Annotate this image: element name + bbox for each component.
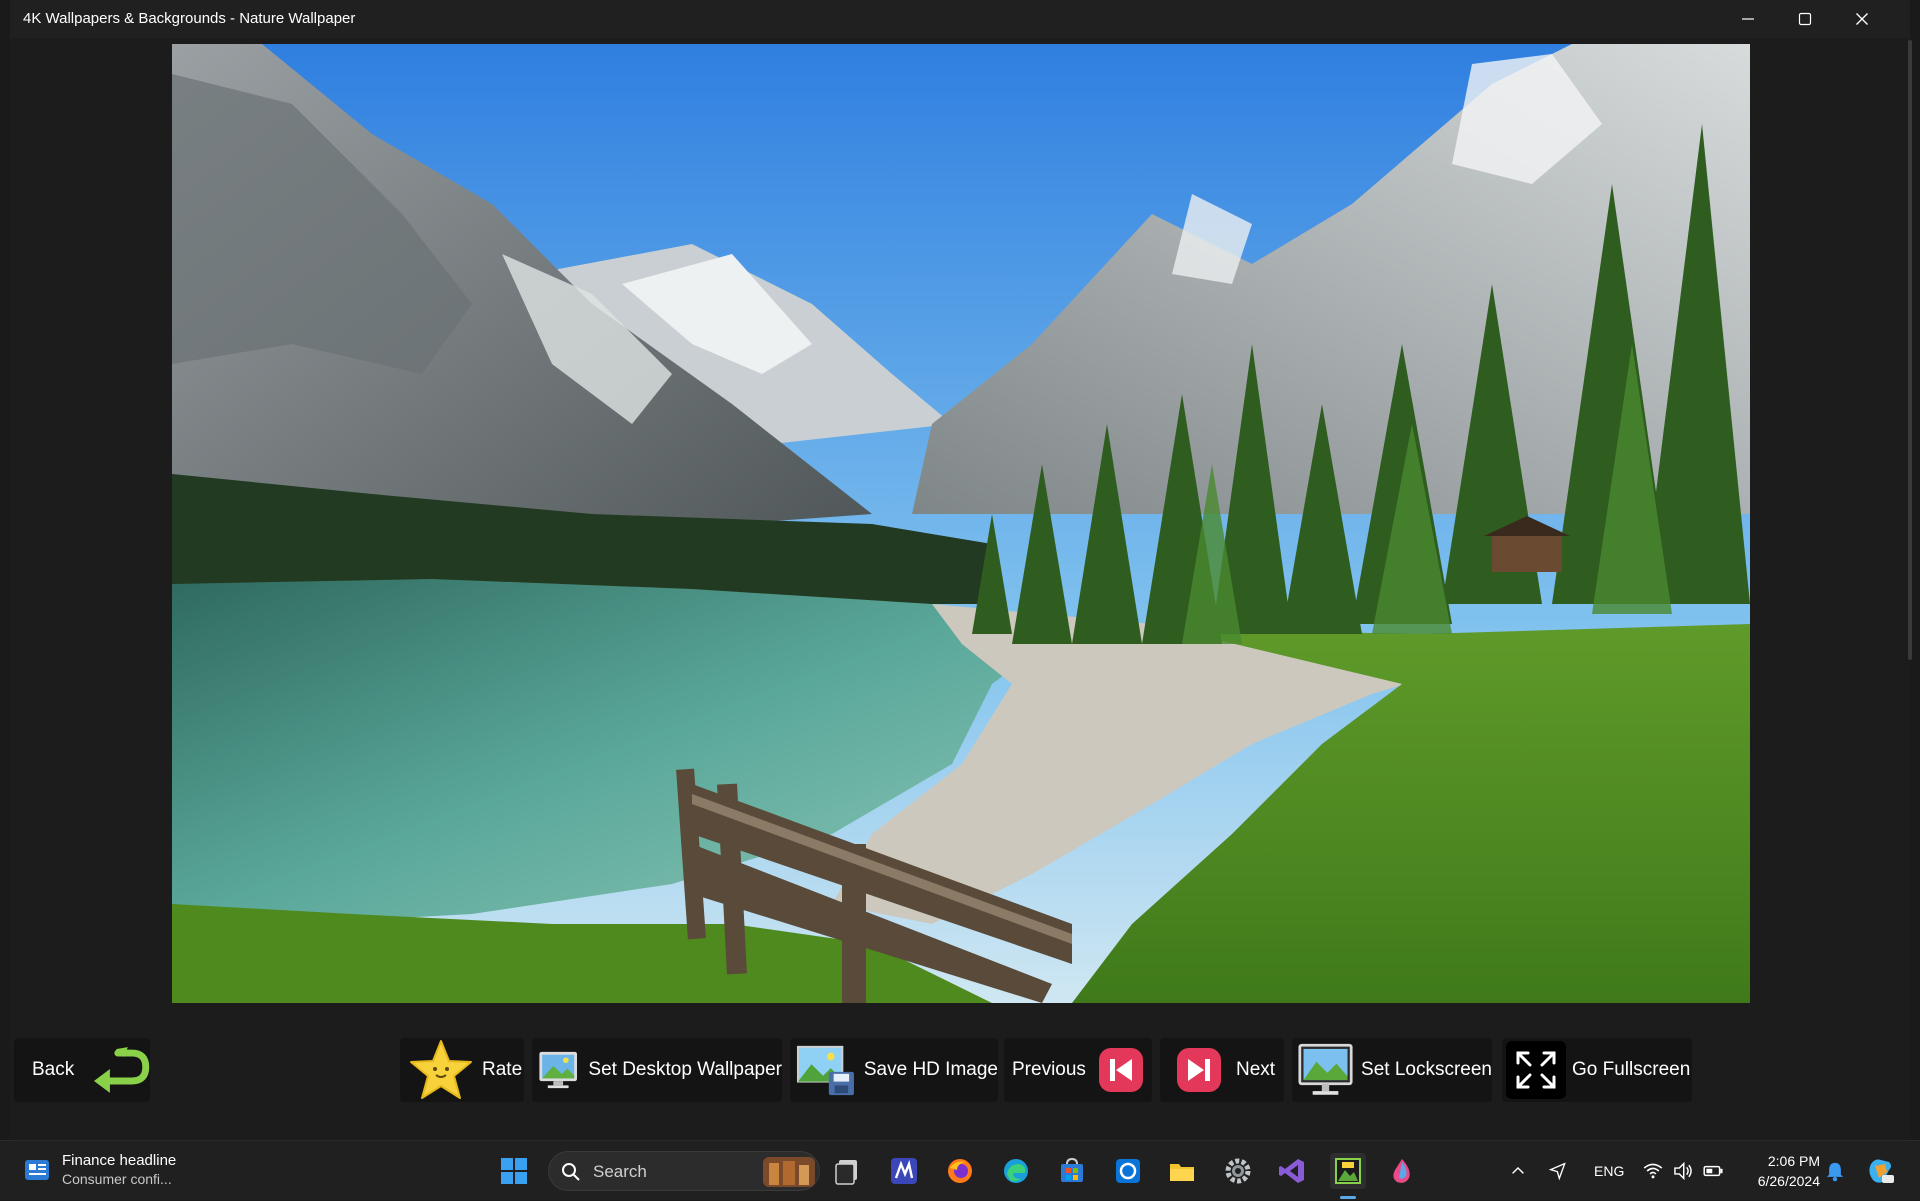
back-button[interactable]: Back	[14, 1038, 150, 1102]
title-bar[interactable]: 4K Wallpapers & Backgrounds - Nature Wal…	[10, 0, 1910, 38]
save-hd-image-label: Save HD Image	[863, 1059, 998, 1080]
search-highlight-icon	[763, 1157, 815, 1187]
lockscreen-icon	[1298, 1043, 1353, 1095]
taskbar: Finance headline Consumer confi... Searc…	[0, 1140, 1920, 1200]
wifi-icon	[1643, 1163, 1663, 1179]
show-hidden-icons-button[interactable]	[1504, 1153, 1532, 1189]
skip-next-icon	[1177, 1048, 1221, 1092]
close-button[interactable]	[1834, 0, 1890, 38]
news-icon	[25, 1160, 49, 1180]
save-image-icon	[796, 1045, 854, 1096]
editor-icon	[891, 1158, 917, 1184]
maximize-icon	[1798, 12, 1812, 26]
app-content: Back Rate Set Desktop Wallpaper Save HD …	[10, 38, 1910, 1140]
clock-date: 6/26/2024	[1757, 1173, 1820, 1189]
taskbar-search[interactable]: Search	[548, 1151, 820, 1191]
firefox-icon	[948, 1159, 972, 1183]
skip-previous-icon	[1098, 1048, 1143, 1092]
minimize-button[interactable]	[1720, 0, 1776, 38]
set-desktop-wallpaper-button[interactable]: Set Desktop Wallpaper	[532, 1038, 782, 1102]
window-title: 4K Wallpapers & Backgrounds - Nature Wal…	[23, 10, 356, 27]
news-widget[interactable]: Finance headline Consumer confi...	[24, 1151, 194, 1191]
set-desktop-wallpaper-label: Set Desktop Wallpaper	[588, 1059, 782, 1080]
volume-status[interactable]	[1670, 1153, 1696, 1189]
battery-icon	[1703, 1165, 1723, 1177]
location-button[interactable]	[1544, 1153, 1572, 1189]
maximize-button[interactable]	[1777, 0, 1833, 38]
start-button[interactable]	[496, 1153, 532, 1189]
wallpaper-preview-image	[172, 44, 1750, 1003]
visual-studio-icon	[1279, 1159, 1304, 1183]
store-icon	[1061, 1157, 1083, 1182]
go-fullscreen-button[interactable]: Go Fullscreen	[1502, 1038, 1692, 1102]
chevron-up-icon	[1512, 1166, 1524, 1174]
scrollbar[interactable]	[1908, 40, 1912, 660]
copilot-button[interactable]	[1860, 1153, 1900, 1189]
windows-start-icon	[501, 1158, 527, 1184]
taskbar-app-editor[interactable]	[886, 1153, 922, 1189]
fullscreen-icon	[1506, 1041, 1566, 1099]
wifi-status[interactable]	[1640, 1153, 1666, 1189]
search-icon	[562, 1163, 580, 1181]
taskbar-app-store[interactable]	[1054, 1153, 1090, 1189]
nature-scene-image	[172, 44, 1750, 1003]
battery-status[interactable]	[1700, 1153, 1726, 1189]
search-placeholder: Search	[593, 1162, 647, 1181]
news-subtext: Consumer confi...	[62, 1171, 172, 1187]
rate-button-label: Rate	[482, 1059, 523, 1080]
previous-button[interactable]: Previous	[1004, 1038, 1152, 1102]
clock-time: 2:06 PM	[1767, 1153, 1820, 1169]
task-view-button[interactable]	[830, 1153, 866, 1189]
star-icon	[410, 1040, 472, 1099]
system-clock[interactable]: 2:06 PM 6/26/2024	[1736, 1151, 1820, 1191]
taskbar-app-cortana[interactable]	[1110, 1153, 1146, 1189]
volume-icon	[1674, 1161, 1692, 1181]
back-arrow-icon	[94, 1047, 150, 1093]
taskbar-app-firefox[interactable]	[942, 1153, 978, 1189]
rate-button[interactable]: Rate	[400, 1038, 524, 1102]
minimize-icon	[1742, 18, 1754, 20]
desktop-wallpaper-icon	[539, 1051, 577, 1089]
next-button-label: Next	[1236, 1059, 1276, 1080]
taskbar-app-settings[interactable]	[1220, 1153, 1256, 1189]
go-fullscreen-label: Go Fullscreen	[1572, 1059, 1691, 1080]
location-arrow-icon	[1548, 1162, 1566, 1181]
paint-icon	[1393, 1159, 1410, 1183]
edge-icon	[1004, 1159, 1028, 1183]
close-icon	[1856, 13, 1868, 25]
back-button-label: Back	[32, 1059, 75, 1080]
settings-icon	[1225, 1158, 1251, 1184]
previous-button-label: Previous	[1012, 1059, 1086, 1080]
task-view-icon	[835, 1160, 857, 1185]
taskbar-app-file-explorer[interactable]	[1164, 1153, 1200, 1189]
taskbar-app-paint[interactable]	[1384, 1153, 1420, 1189]
bell-icon	[1826, 1162, 1844, 1182]
active-app-indicator	[1340, 1196, 1356, 1199]
app-window: 4K Wallpapers & Backgrounds - Nature Wal…	[10, 0, 1912, 1140]
taskbar-app-wallpapers[interactable]	[1330, 1153, 1366, 1189]
copilot-icon	[1869, 1159, 1894, 1183]
taskbar-app-visual-studio[interactable]	[1274, 1153, 1310, 1189]
notifications-button[interactable]	[1820, 1153, 1850, 1189]
taskbar-app-edge[interactable]	[998, 1153, 1034, 1189]
set-lockscreen-button[interactable]: Set Lockscreen	[1292, 1038, 1492, 1102]
news-headline: Finance headline	[62, 1152, 177, 1169]
language-label: ENG	[1594, 1163, 1625, 1179]
file-explorer-icon	[1170, 1164, 1194, 1181]
cortana-icon	[1116, 1159, 1140, 1183]
next-button[interactable]: Next	[1160, 1038, 1284, 1102]
language-indicator[interactable]: ENG	[1594, 1141, 1624, 1201]
save-hd-image-button[interactable]: Save HD Image	[790, 1038, 998, 1102]
set-lockscreen-label: Set Lockscreen	[1361, 1059, 1492, 1080]
wallpapers-app-icon	[1335, 1158, 1361, 1184]
